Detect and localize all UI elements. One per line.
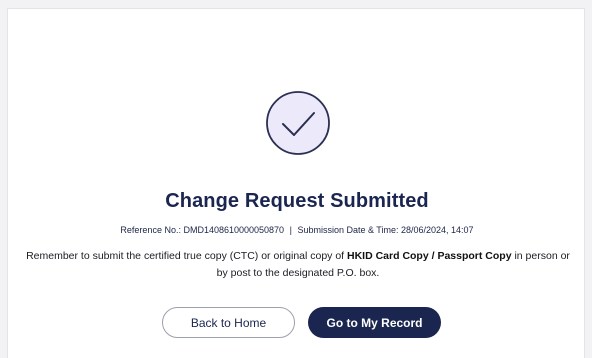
reference-label: Reference No.: [120,225,181,235]
back-to-home-button[interactable]: Back to Home [162,307,295,338]
notice-document-type: HKID Card Copy / Passport Copy [347,250,512,262]
go-to-my-record-button[interactable]: Go to My Record [308,307,441,338]
notice-part-1: Remember to submit the certified true co… [26,250,348,262]
page-title: Change Request Submitted [165,190,429,212]
submission-date-label: Submission Date & Time: [297,225,399,235]
reference-info: Reference No.: DMD1408610000050870 | Sub… [8,225,586,235]
separator: | [289,225,292,235]
confirmation-card: Change Request Submitted Reference No.: … [7,8,585,358]
reference-number: DMD1408610000050870 [183,225,285,235]
notice-text: Remember to submit the certified true co… [26,248,570,282]
check-circle-icon [266,91,330,155]
submission-date-value: 28/06/2024, 14:07 [401,225,474,235]
